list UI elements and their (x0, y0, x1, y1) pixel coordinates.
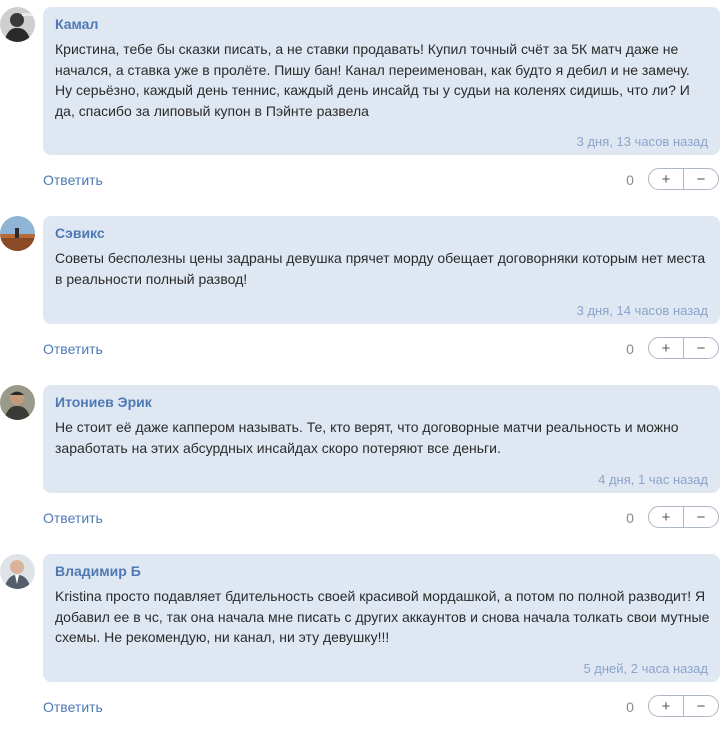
comment-actions: Ответить 0 + − (0, 336, 727, 362)
downvote-button[interactable]: − (684, 338, 718, 358)
reply-link[interactable]: Ответить (43, 510, 103, 526)
reply-link[interactable]: Ответить (43, 699, 103, 715)
vote-score: 0 (626, 172, 634, 188)
comment-time: 3 дня, 14 часов назад (576, 303, 708, 318)
comment-author[interactable]: Итониев Эрик (55, 394, 708, 410)
avatar[interactable] (0, 554, 35, 589)
avatar[interactable] (0, 385, 35, 420)
comment-actions: Ответить 0 + − (0, 167, 727, 193)
vote-buttons: + − (648, 337, 719, 359)
vote-score: 0 (626, 699, 634, 715)
vote-score: 0 (626, 341, 634, 357)
vote-buttons: + − (648, 695, 719, 717)
user-photo-icon (0, 554, 35, 589)
comment-bubble: Владимир Б Kristina просто подавляет бди… (43, 554, 720, 682)
comment-bubble: Сэвикс Советы бесполезны цены задраны де… (43, 216, 720, 324)
user-photo-icon (0, 7, 35, 42)
comment-text: Кристина, тебе бы сказки писать, а не ст… (55, 41, 690, 119)
avatar[interactable] (0, 216, 35, 251)
comment-author[interactable]: Владимир Б (55, 563, 708, 579)
comment-bubble: Камал Кристина, тебе бы сказки писать, а… (43, 7, 720, 155)
upvote-button[interactable]: + (649, 169, 684, 189)
vote-buttons: + − (648, 506, 719, 528)
downvote-button[interactable]: − (684, 507, 718, 527)
user-photo-icon (0, 216, 35, 251)
user-photo-icon (0, 385, 35, 420)
comment-bubble: Итониев Эрик Не стоит её даже каппером н… (43, 385, 720, 493)
comment-text: Советы бесполезны цены задраны девушка п… (55, 250, 706, 287)
upvote-button[interactable]: + (649, 696, 684, 716)
reply-link[interactable]: Ответить (43, 341, 103, 357)
comment-author[interactable]: Камал (55, 16, 708, 32)
downvote-button[interactable]: − (684, 169, 718, 189)
comment-time: 5 дней, 2 часа назад (583, 661, 708, 676)
vote-buttons: + − (648, 168, 719, 190)
comment-author[interactable]: Сэвикс (55, 225, 708, 241)
vote-score: 0 (626, 510, 634, 526)
upvote-button[interactable]: + (649, 507, 684, 527)
downvote-button[interactable]: − (684, 696, 718, 716)
reply-link[interactable]: Ответить (43, 172, 103, 188)
comment-text: Не стоит её даже каппером называть. Те, … (55, 419, 679, 456)
comment-actions: Ответить 0 + − (0, 694, 727, 720)
upvote-button[interactable]: + (649, 338, 684, 358)
comment-text: Kristina просто подавляет бдительность с… (55, 588, 710, 645)
comment-time: 4 дня, 1 час назад (598, 472, 708, 487)
avatar[interactable] (0, 7, 35, 42)
comment-actions: Ответить 0 + − (0, 505, 727, 531)
comment-time: 3 дня, 13 часов назад (576, 134, 708, 149)
